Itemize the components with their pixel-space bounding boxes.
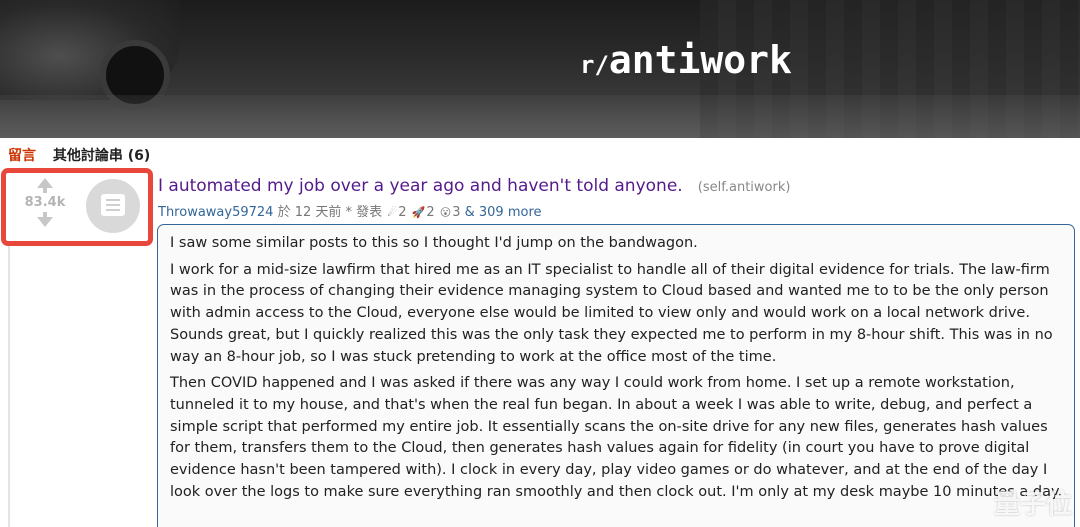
text-post-icon bbox=[101, 194, 125, 216]
banner-street bbox=[0, 95, 1080, 138]
selftext-paragraph: Then COVID happened and I was asked if t… bbox=[170, 375, 1063, 500]
self-post-thumbnail[interactable] bbox=[86, 179, 140, 233]
more-awards-link[interactable]: & 309 more bbox=[465, 205, 542, 220]
upvote-arrow-icon[interactable] bbox=[20, 178, 70, 193]
post-tagline: Throwaway59724 於 12 天前 * 發表 ☄2 🚀2 😮3 & 3… bbox=[158, 201, 542, 220]
watermark-logo: 量子位 bbox=[994, 484, 1072, 521]
award-icon-2[interactable]: 🚀 bbox=[412, 206, 426, 219]
post-selftext: I saw some similar posts to this so I th… bbox=[157, 224, 1075, 527]
watermark-text: 量子位 bbox=[993, 490, 1072, 520]
award-count-2: 2 bbox=[426, 205, 435, 220]
award-icon-3[interactable]: 😮 bbox=[440, 206, 451, 219]
tab-other-discussions[interactable]: 其他討論串 (6) bbox=[53, 148, 150, 164]
comment-tabs: 留言 其他討論串 (6) bbox=[8, 145, 150, 167]
left-rail-divider bbox=[8, 246, 10, 527]
post-title-row: I automated my job over a year ago and h… bbox=[158, 176, 790, 196]
downvote-arrow-icon[interactable] bbox=[20, 212, 70, 227]
vote-score: 83.4k bbox=[24, 195, 66, 210]
post-domain[interactable]: (self.antiwork) bbox=[698, 180, 791, 195]
award-count-3: 3 bbox=[452, 205, 461, 220]
tab-comments[interactable]: 留言 bbox=[8, 148, 36, 164]
selftext-paragraph: I saw some similar posts to this so I th… bbox=[170, 235, 698, 251]
vote-widget: 83.4k bbox=[20, 178, 70, 227]
post-title-link[interactable]: I automated my job over a year ago and h… bbox=[158, 176, 683, 196]
post-time: 於 12 天前 * 發表 bbox=[277, 205, 383, 220]
post-author-link[interactable]: Throwaway59724 bbox=[158, 205, 273, 220]
subreddit-banner: r/antiwork bbox=[0, 0, 1080, 138]
selftext-paragraph: I work for a mid-size lawfirm that hired… bbox=[170, 261, 1053, 365]
award-icon-1[interactable]: ☄ bbox=[387, 206, 397, 219]
award-count-1: 2 bbox=[398, 205, 407, 220]
subreddit-name[interactable]: r/antiwork bbox=[580, 38, 792, 82]
